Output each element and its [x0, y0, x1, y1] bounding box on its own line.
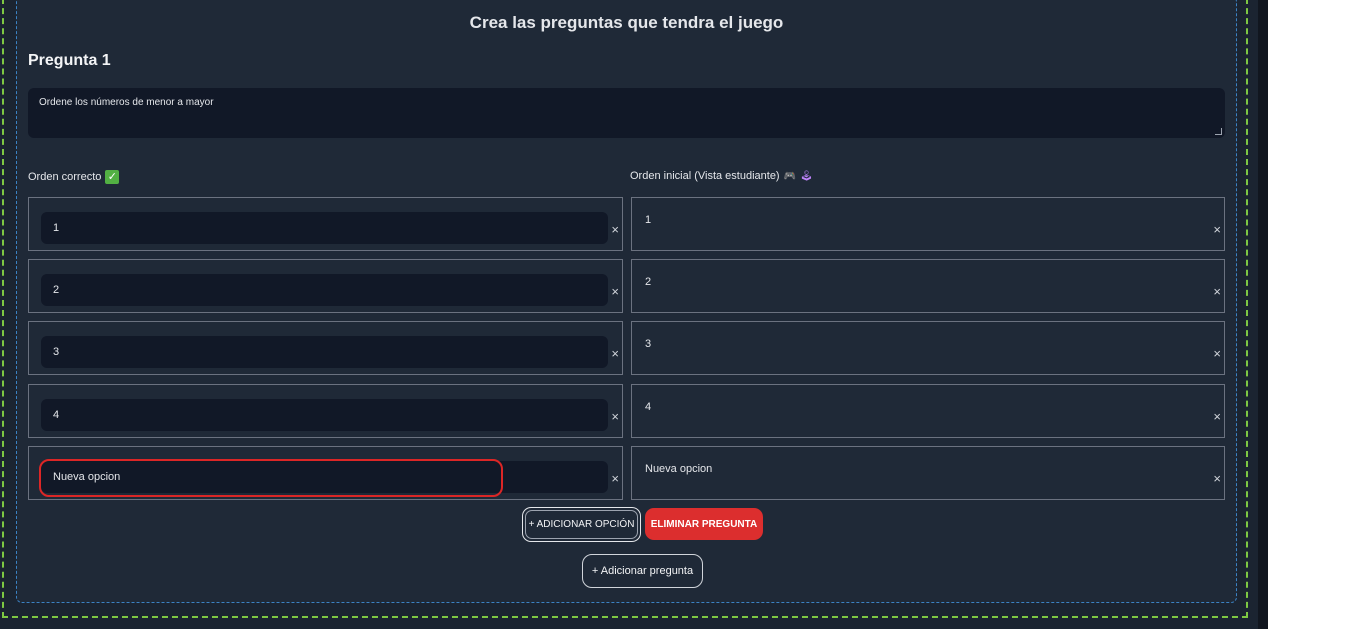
initial-option-row[interactable]: 3 × [631, 321, 1225, 375]
remove-option-icon[interactable]: × [1213, 347, 1221, 360]
app-background: Crea las preguntas que tendra el juego P… [0, 0, 1268, 629]
initial-option-value: 2 [645, 276, 652, 288]
question-editor-panel: Crea las preguntas que tendra el juego P… [16, 0, 1237, 603]
correct-option-row: 2 × [28, 259, 623, 313]
right-edge-strip [1258, 0, 1268, 629]
initial-option-value: Nueva opcion [645, 463, 713, 475]
initial-option-value: 1 [645, 214, 652, 226]
correct-option-row: 4 × [28, 384, 623, 438]
initial-option-row[interactable]: 2 × [631, 259, 1225, 313]
remove-option-icon[interactable]: × [611, 285, 619, 298]
correct-option-row: 3 × [28, 321, 623, 375]
initial-option-row[interactable]: 4 × [631, 384, 1225, 438]
remove-option-icon[interactable]: × [611, 472, 619, 485]
remove-option-icon[interactable]: × [1213, 223, 1221, 236]
remove-option-icon[interactable]: × [611, 347, 619, 360]
editor-heading: Crea las preguntas que tendra el juego [469, 13, 784, 32]
correct-option-row: Nueva opcion × [28, 446, 623, 500]
correct-option-input[interactable]: 2 [41, 274, 608, 306]
initial-option-value: 4 [645, 401, 652, 413]
question-text-value: Ordene los números de menor a mayor [39, 97, 214, 108]
remove-option-icon[interactable]: × [1213, 472, 1221, 485]
question-textarea[interactable]: Ordene los números de menor a mayor [28, 88, 1225, 138]
initial-order-label: Orden inicial (Vista estudiante) 🎮 🕹 [630, 170, 813, 182]
remove-option-icon[interactable]: × [1213, 410, 1221, 423]
initial-option-row[interactable]: 1 × [631, 197, 1225, 251]
red-highlight-annotation [39, 459, 503, 497]
joystick-icon: 🕹 [800, 170, 813, 182]
delete-question-button[interactable]: ELIMINAR PREGUNTA [645, 508, 763, 540]
question-title: Pregunta 1 [28, 52, 111, 69]
resize-handle-icon[interactable] [1215, 128, 1222, 135]
remove-option-icon[interactable]: × [1213, 285, 1221, 298]
correct-order-label: Orden correcto ✓ [28, 170, 120, 184]
correct-option-input[interactable]: 4 [41, 399, 608, 431]
gamepad-icon: 🎮 [783, 170, 797, 182]
initial-option-value: 3 [645, 338, 652, 350]
correct-option-input[interactable]: 3 [41, 336, 608, 368]
remove-option-icon[interactable]: × [611, 223, 619, 236]
correct-option-row: 1 × [28, 197, 623, 251]
initial-option-row[interactable]: Nueva opcion × [631, 446, 1225, 500]
initial-order-label-text: Orden inicial (Vista estudiante) [630, 170, 780, 182]
correct-order-label-text: Orden correcto [28, 171, 102, 183]
correct-option-input[interactable]: 1 [41, 212, 608, 244]
add-option-button[interactable]: + ADICIONAR OPCIÓN [522, 507, 641, 542]
add-question-button[interactable]: + Adicionar pregunta [582, 554, 703, 588]
remove-option-icon[interactable]: × [611, 410, 619, 423]
check-mark-icon: ✓ [105, 170, 120, 184]
